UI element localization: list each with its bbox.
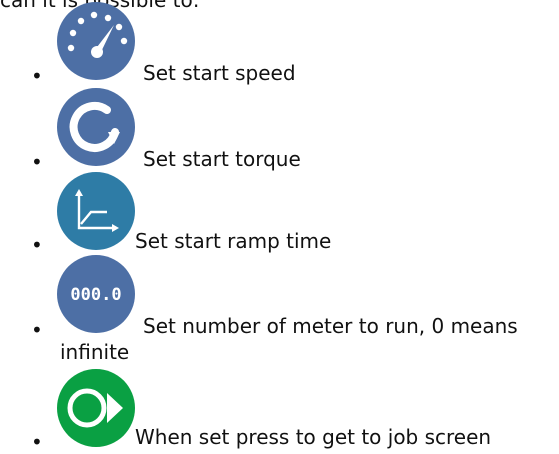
ramp-graph-icon — [57, 172, 135, 250]
play-start-icon — [57, 369, 135, 447]
bullet-dot: • — [31, 318, 43, 342]
feature-list: • Set start speed • Set start torque • S… — [0, 0, 559, 454]
bullet-dot: • — [31, 430, 43, 454]
bullet-dot: • — [31, 64, 43, 88]
rotate-arrow-icon — [57, 88, 135, 166]
item-label-start: When set press to get to job screen — [135, 425, 492, 449]
item-label-counter: Set number of meter to run, 0 means — [143, 313, 559, 339]
counter-icon-text: 000.0 — [70, 285, 121, 305]
speedometer-icon — [57, 2, 135, 80]
item-label-counter-line1: Set number of meter to run, 0 means — [143, 314, 518, 338]
bullet-dot: • — [31, 233, 43, 257]
bullet-dot: • — [31, 150, 43, 174]
item-label-torque: Set start torque — [143, 147, 301, 171]
item-label-counter-cont: infinite — [60, 340, 130, 364]
item-label-ramp: Set start ramp time — [135, 229, 332, 253]
counter-icon: 000.0 — [57, 255, 135, 333]
item-label-speed: Set start speed — [143, 61, 296, 85]
